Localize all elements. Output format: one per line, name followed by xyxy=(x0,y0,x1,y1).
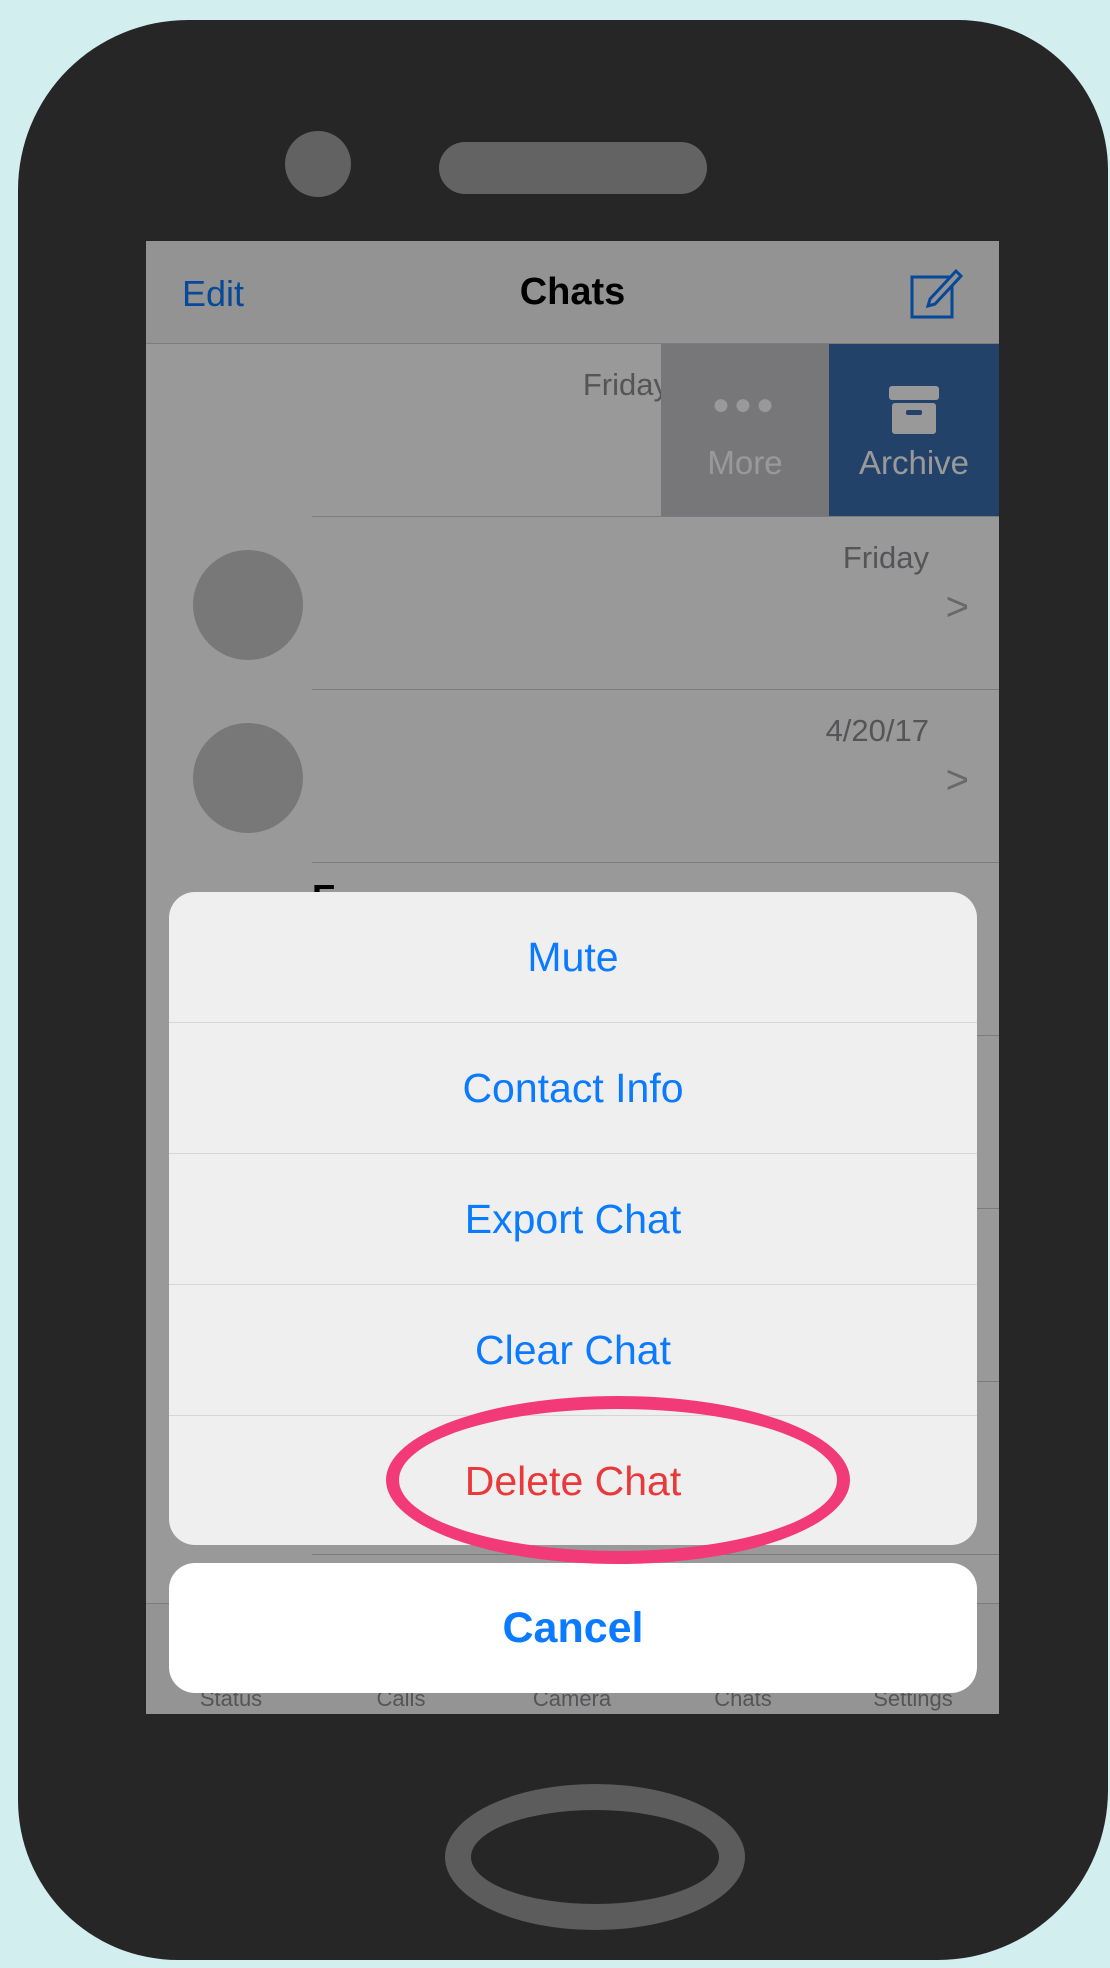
camera-lens xyxy=(285,131,351,197)
export-chat-button[interactable]: Export Chat xyxy=(169,1154,977,1285)
mute-button[interactable]: Mute xyxy=(169,892,977,1023)
contact-info-button[interactable]: Contact Info xyxy=(169,1023,977,1154)
highlight-circle xyxy=(386,1396,850,1564)
clear-chat-button[interactable]: Clear Chat xyxy=(169,1285,977,1416)
home-button[interactable] xyxy=(445,1784,745,1930)
cancel-button[interactable]: Cancel xyxy=(169,1563,977,1693)
speaker-grille xyxy=(439,142,707,194)
